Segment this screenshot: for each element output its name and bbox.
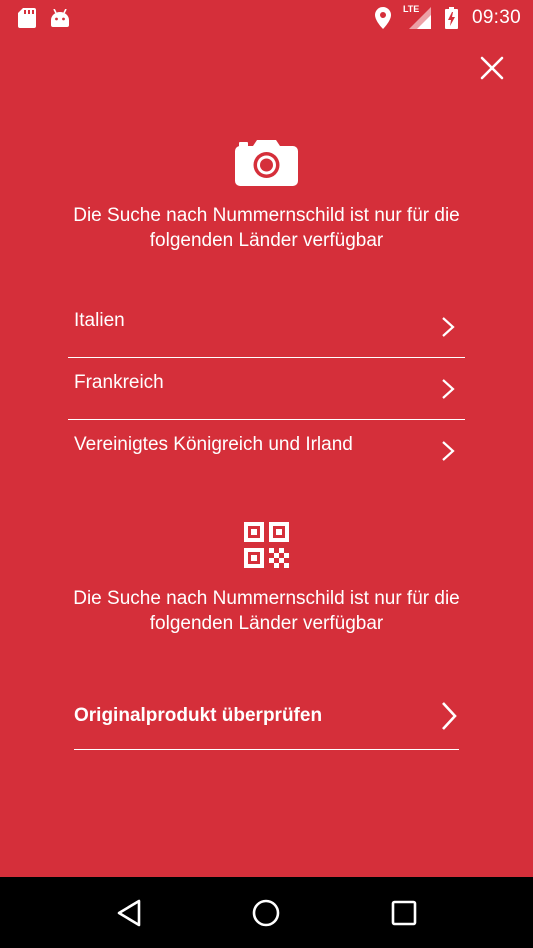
qr-code-icon <box>244 522 289 568</box>
plate-search-info-line1: Die Suche nach Nummernschild ist nur für… <box>73 205 460 226</box>
back-icon <box>117 899 141 926</box>
close-button[interactable] <box>474 50 510 86</box>
plate-search-info-line2: folgenden Länder verfügbar <box>149 230 384 251</box>
location-icon <box>374 7 391 29</box>
country-item-uk-irland[interactable]: Vereinigtes Königreich und Irland <box>68 420 465 482</box>
country-item-italien[interactable]: Italien <box>68 296 465 358</box>
chevron-right-icon <box>442 441 455 461</box>
verify-label: Originalprodukt überprüfen <box>74 705 323 726</box>
navigation-bar <box>0 877 533 948</box>
android-icon <box>50 9 70 27</box>
home-icon <box>253 899 280 926</box>
status-left <box>18 8 70 28</box>
qr-search-info-line2: folgenden Länder verfügbar <box>149 613 384 634</box>
signal-icon: LTE <box>402 4 431 29</box>
chevron-right-icon <box>442 379 455 399</box>
country-label: Italien <box>74 310 125 331</box>
country-item-frankreich[interactable]: Frankreich <box>68 358 465 420</box>
sd-card-icon <box>18 8 36 28</box>
status-bar: LTE 09:30 <box>0 0 533 36</box>
country-label: Vereinigtes Königreich und Irland <box>74 434 353 455</box>
verify-original-product-button[interactable]: Originalprodukt überprüfen <box>74 688 459 750</box>
chevron-right-icon <box>442 702 457 730</box>
status-time: 09:30 <box>471 7 521 28</box>
camera-icon <box>235 140 298 186</box>
status-right: LTE 09:30 <box>374 4 521 29</box>
chevron-right-icon <box>442 317 455 337</box>
qr-search-info-line1: Die Suche nach Nummernschild ist nur für… <box>73 588 460 609</box>
screen: LTE 09:30 Die Suche nach Nummernschild i… <box>0 0 533 948</box>
country-label: Frankreich <box>74 372 164 393</box>
nav-back-button[interactable] <box>105 889 153 937</box>
country-list: Italien Frankreich Vereinigtes Königreic… <box>68 296 465 482</box>
nav-home-button[interactable] <box>242 889 290 937</box>
nav-recents-button[interactable] <box>380 889 428 937</box>
recents-icon <box>391 900 417 925</box>
plate-search-info: Die Suche nach Nummernschild ist nur für… <box>30 203 503 253</box>
close-icon <box>480 56 504 80</box>
qr-search-info: Die Suche nach Nummernschild ist nur für… <box>30 586 503 636</box>
network-type-label: LTE <box>402 4 420 14</box>
battery-charging-icon <box>444 7 458 29</box>
